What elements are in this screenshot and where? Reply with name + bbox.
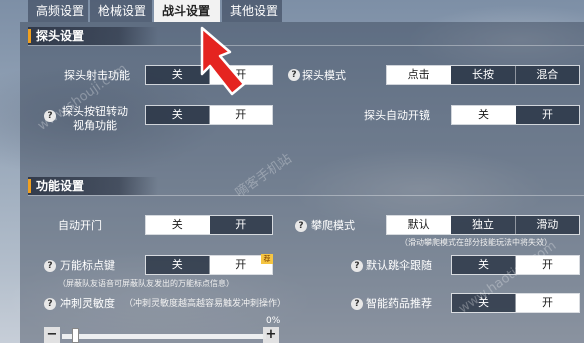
section-divider [28,45,584,46]
slider-thumb[interactable] [72,328,79,343]
auto-door-toggle: 关 开 [145,215,273,235]
peek-auto-scope-toggle: 关 开 [451,105,580,125]
climb-mode-slide[interactable]: 滑动 [515,216,579,234]
peek-rotate-label-line2: 视角功能 [73,119,117,132]
peek-auto-scope-label: 探头自动开镜 [364,109,430,122]
section-divider [28,195,584,196]
settings-tabs: 高频设置 枪械设置 战斗设置 其他设置 [28,0,282,22]
peek-mode-hold[interactable]: 长按 [451,66,516,84]
auto-door-off[interactable]: 关 [146,216,210,234]
section-title-peek: 探头设置 [28,27,158,45]
universal-mark-label: 万能标点键 [60,259,115,272]
help-icon[interactable]: ? [351,298,363,310]
peek-rotate-toggle: 关 开 [145,105,273,125]
tab-firearms[interactable]: 枪械设置 [90,0,152,22]
help-icon[interactable]: ? [351,260,363,272]
default-parachute-label: 默认跳伞跟随 [366,259,432,272]
peek-mode-tap[interactable]: 点击 [387,66,452,84]
universal-mark-note: （屏蔽队友语音可屏蔽队友发出的万能标点信息） [58,279,234,288]
auto-door-on[interactable]: 开 [209,216,272,234]
peek-mode-label: 探头模式 [302,69,346,82]
recommended-badge: 荐 [261,254,273,264]
sensitivity-increase-button[interactable]: + [263,327,279,343]
tab-other[interactable]: 其他设置 [222,0,282,22]
help-icon[interactable]: ? [44,260,56,272]
tab-high-frequency[interactable]: 高频设置 [28,0,88,22]
help-icon[interactable]: ? [288,69,300,81]
sensitivity-decrease-button[interactable]: − [44,327,60,343]
climb-mode-label: 攀爬模式 [311,219,355,232]
help-icon[interactable]: ? [44,298,56,310]
climb-mode-default[interactable]: 默认 [387,216,452,234]
tab-combat[interactable]: 战斗设置 [154,0,220,22]
auto-door-label: 自动开门 [58,219,102,232]
universal-mark-on-label: 开 [235,258,247,271]
peek-auto-scope-on[interactable]: 开 [516,106,579,124]
smart-medicine-on[interactable]: 开 [516,294,579,312]
climb-mode-note: （滑动攀爬模式在部分技能玩法中将失效） [400,238,552,247]
peek-rotate-off[interactable]: 关 [146,106,210,124]
universal-mark-on[interactable]: 开 荐 [209,254,273,274]
peek-mode-mixed[interactable]: 混合 [515,66,579,84]
climb-mode-independent[interactable]: 独立 [451,216,516,234]
universal-mark-toggle: 关 开 荐 [145,254,273,275]
section-title-function: 功能设置 [28,177,158,195]
climb-mode-selector: 默认 独立 滑动 [386,215,580,235]
highlight-arrow-icon [200,26,246,96]
peek-mode-selector: 点击 长按 混合 [386,65,580,85]
peek-auto-scope-off[interactable]: 关 [452,106,516,124]
smart-medicine-label: 智能药品推荐 [366,297,432,310]
sprint-sensitivity-label: 冲刺灵敏度 [60,297,115,310]
help-icon[interactable]: ? [295,220,307,232]
sprint-sensitivity-value: 0% [266,316,281,326]
sprint-sensitivity-slider[interactable] [62,334,266,339]
universal-mark-off[interactable]: 关 [146,256,210,274]
peek-rotate-on[interactable]: 开 [209,106,272,124]
sprint-sensitivity-note: （冲刺灵敏度越高越容易触发冲刺操作） [124,299,287,309]
